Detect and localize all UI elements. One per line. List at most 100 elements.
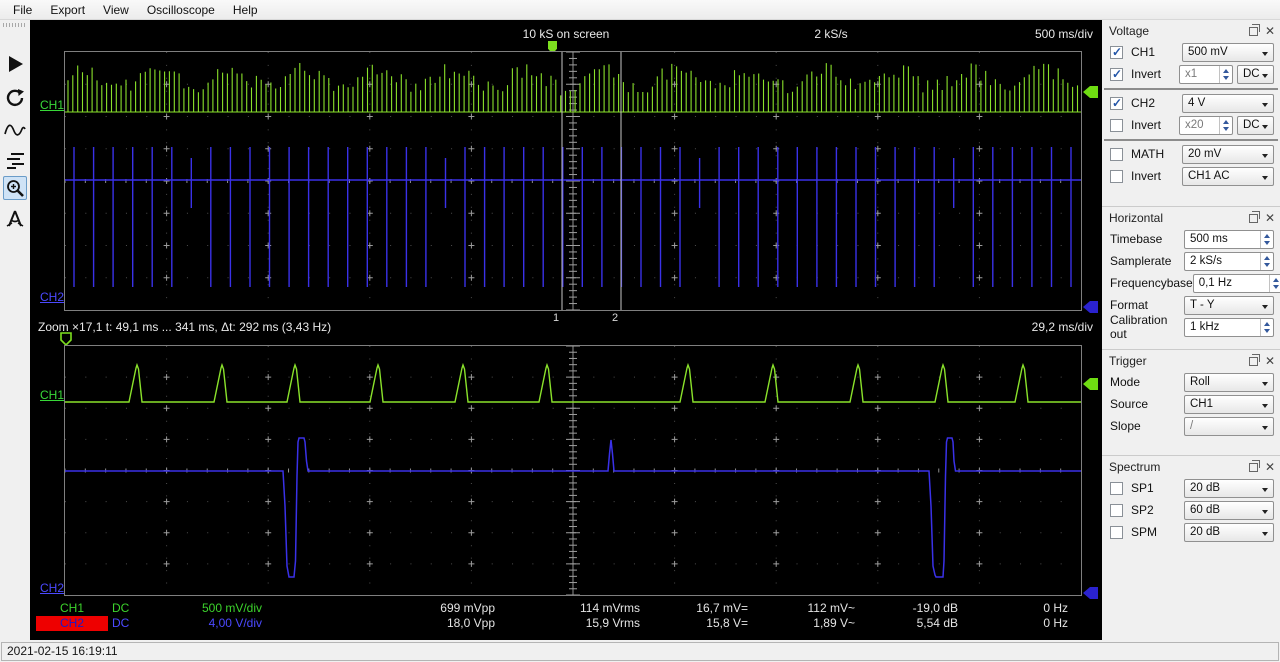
ch1-db: -19,0 dB <box>855 601 958 616</box>
ch2-name[interactable]: CH2 <box>36 616 108 631</box>
zoom-ch1-label[interactable]: CH1 <box>40 388 64 402</box>
main-ch2-label[interactable]: CH2 <box>40 290 64 304</box>
spin-arrows-icon[interactable] <box>1219 66 1232 83</box>
ch1-gain-combobox[interactable]: 500 mV <box>1182 43 1274 62</box>
float-panel-icon[interactable] <box>1249 463 1258 472</box>
chevron-down-icon <box>1262 426 1268 430</box>
chevron-down-icon <box>1262 52 1268 56</box>
measurement-bar: CH1 DC 500 mV/div 699 mVpp 114 mVrms 16,… <box>32 601 1068 631</box>
ch2-coupling-combobox[interactable]: DC <box>1237 116 1274 135</box>
refresh-icon <box>5 88 25 108</box>
ch2-checkbox[interactable] <box>1110 97 1123 110</box>
zoom-marker-2-label[interactable]: 2 <box>612 312 618 324</box>
trigger-slope-combobox[interactable]: / <box>1184 417 1274 436</box>
ch1-vdiv: 500 mV/div <box>152 601 262 616</box>
spin-arrows-icon[interactable] <box>1269 275 1280 292</box>
chevron-down-icon <box>1262 488 1268 492</box>
refresh-button[interactable] <box>3 86 27 110</box>
ch1-checkbox[interactable] <box>1110 46 1123 59</box>
voltage-dock-titlebar: Voltage ✕ <box>1102 20 1280 39</box>
toolbar-grip[interactable] <box>3 23 27 27</box>
trigger-mode-combobox[interactable]: Roll <box>1184 373 1274 392</box>
chevron-down-icon <box>1262 103 1268 107</box>
menu-help[interactable]: Help <box>224 1 267 19</box>
status-bar: 2021-02-15 16:19:11 <box>0 640 1280 662</box>
menu-view[interactable]: View <box>94 1 138 19</box>
ch2-probe-spinbox[interactable]: x20 <box>1179 116 1233 135</box>
datetime-status: 2021-02-15 16:19:11 <box>1 642 1279 661</box>
close-panel-icon[interactable]: ✕ <box>1265 463 1275 472</box>
spin-arrows-icon[interactable] <box>1219 117 1232 134</box>
spin-arrows-icon[interactable] <box>1260 253 1273 270</box>
menu-export[interactable]: Export <box>41 1 94 19</box>
spin-arrows-icon[interactable] <box>1260 231 1273 248</box>
zoom-waveform-panel <box>64 345 1082 596</box>
zoom-info-label: Zoom ×17,1 t: 49,1 ms ... 341 ms, Δt: 29… <box>38 320 331 334</box>
start-sampling-button[interactable] <box>3 52 27 76</box>
voltage-dock-button[interactable] <box>3 118 27 142</box>
ch1-freq: 0 Hz <box>958 601 1068 616</box>
timebase-spinbox[interactable]: 500 ms <box>1184 230 1274 249</box>
main-ch2-level-arrow[interactable] <box>1083 301 1098 313</box>
chevron-down-icon <box>1262 510 1268 514</box>
menu-file[interactable]: File <box>4 1 41 19</box>
scope-area: 10 kS on screen 2 kS/s 500 ms/div CH1 CH… <box>30 20 1102 640</box>
ch1-probe-spinbox[interactable]: x1 <box>1179 65 1233 84</box>
sp2-checkbox[interactable] <box>1110 504 1123 517</box>
zoom-ch2-level-arrow[interactable] <box>1083 587 1098 599</box>
zoom-ch2-label[interactable]: CH2 <box>40 581 64 595</box>
main-ch1-level-arrow[interactable] <box>1083 86 1098 98</box>
spectrum-dock-titlebar: Spectrum ✕ <box>1102 456 1280 475</box>
sp1-checkbox[interactable] <box>1110 482 1123 495</box>
ch1-vrms: 114 mVrms <box>495 601 640 616</box>
ch1-invert-checkbox[interactable] <box>1110 68 1123 81</box>
chevron-down-icon <box>1262 382 1268 386</box>
main-waveform-panel <box>64 51 1082 311</box>
levels-dock-button[interactable] <box>3 148 27 172</box>
zoom-marker-1-label[interactable]: 1 <box>553 312 559 324</box>
math-gain-combobox[interactable]: 20 mV <box>1182 145 1274 164</box>
main-ch1-label[interactable]: CH1 <box>40 98 64 112</box>
trigger-source-combobox[interactable]: CH1 <box>1184 395 1274 414</box>
sp1-magnitude-combobox[interactable]: 20 dB <box>1184 479 1274 498</box>
dock-sidebar: Voltage ✕ CH1 500 mV Invert x1 DC CH2 4 … <box>1102 20 1280 640</box>
zoom-waveform-display <box>65 346 1081 595</box>
math-invert-checkbox[interactable] <box>1110 170 1123 183</box>
measure-tool-button[interactable] <box>3 206 27 230</box>
ch2-vac: 1,89 V~ <box>748 616 855 631</box>
zoom-ch1-level-arrow[interactable] <box>1083 378 1098 390</box>
sine-wave-icon <box>4 120 26 140</box>
close-panel-icon[interactable]: ✕ <box>1265 214 1275 223</box>
zoom-mode-button[interactable] <box>3 176 27 200</box>
ch1-coupling-combobox[interactable]: DC <box>1237 65 1274 84</box>
menu-oscilloscope[interactable]: Oscilloscope <box>138 1 224 19</box>
chevron-down-icon <box>1262 154 1268 158</box>
math-mode-combobox[interactable]: CH1 AC <box>1182 167 1274 186</box>
chevron-down-icon <box>1262 532 1268 536</box>
samplerate-spinbox[interactable]: 2 kS/s <box>1184 252 1274 271</box>
chevron-down-icon <box>1262 176 1268 180</box>
ch1-vpp: 699 mVpp <box>262 601 495 616</box>
float-panel-icon[interactable] <box>1249 27 1258 36</box>
close-panel-icon[interactable]: ✕ <box>1265 357 1275 366</box>
float-panel-icon[interactable] <box>1249 357 1258 366</box>
spin-arrows-icon[interactable] <box>1260 319 1273 336</box>
horizontal-dock-title: Horizontal <box>1109 211 1249 225</box>
calibration-out-spinbox[interactable]: 1 kHz <box>1184 318 1274 337</box>
chevron-down-icon <box>1262 74 1268 78</box>
spm-checkbox[interactable] <box>1110 526 1123 539</box>
ch2-gain-combobox[interactable]: 4 V <box>1182 94 1274 113</box>
math-checkbox[interactable] <box>1110 148 1123 161</box>
float-panel-icon[interactable] <box>1249 214 1258 223</box>
spm-magnitude-combobox[interactable]: 20 dB <box>1184 523 1274 542</box>
format-combobox[interactable]: T - Y <box>1184 296 1274 315</box>
close-panel-icon[interactable]: ✕ <box>1265 27 1275 36</box>
ch2-invert-checkbox[interactable] <box>1110 119 1123 132</box>
zoom-timebase-label: 29,2 ms/div <box>1032 320 1093 334</box>
ch1-coupling: DC <box>112 601 152 616</box>
sp2-magnitude-combobox[interactable]: 60 dB <box>1184 501 1274 520</box>
ch2-vrms: 15,9 Vrms <box>495 616 640 631</box>
ch1-name[interactable]: CH1 <box>36 601 108 616</box>
frequencybase-spinbox[interactable]: 0,1 Hz <box>1193 274 1280 293</box>
trigger-dock-titlebar: Trigger ✕ <box>1102 350 1280 369</box>
